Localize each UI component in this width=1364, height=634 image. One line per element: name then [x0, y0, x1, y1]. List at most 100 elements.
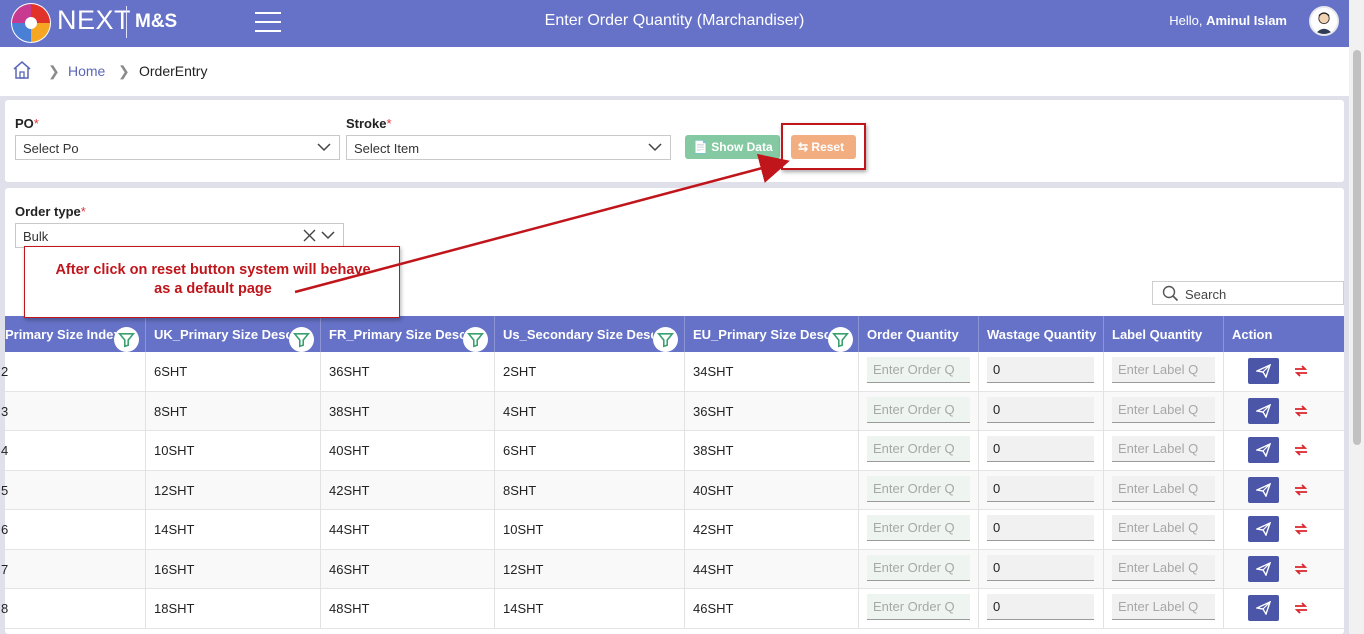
- next-logo-icon: [11, 3, 51, 43]
- order-quantity-input[interactable]: [867, 594, 970, 620]
- column-header[interactable]: Label Quantity: [1112, 316, 1222, 352]
- cell-primary-size-index: 2: [1, 364, 9, 379]
- column-header[interactable]: EU_Primary Size Desc: [693, 316, 828, 352]
- avatar[interactable]: [1309, 6, 1339, 36]
- column-divider: [1223, 391, 1224, 431]
- show-data-button[interactable]: 📄 Show Data: [685, 135, 780, 159]
- menu-toggle-icon[interactable]: [255, 12, 281, 32]
- send-button[interactable]: [1248, 358, 1279, 384]
- breadcrumb-home-link[interactable]: Home: [68, 63, 105, 79]
- cell-uk-size: 10SHT: [154, 443, 195, 458]
- column-divider: [145, 352, 146, 392]
- cell-uk-size: 18SHT: [154, 601, 195, 616]
- column-header[interactable]: Order Quantity: [867, 316, 977, 352]
- wastage-quantity-input[interactable]: [987, 396, 1094, 423]
- row-reset-icon[interactable]: [1293, 562, 1309, 576]
- label-quantity-input[interactable]: [1112, 515, 1215, 541]
- row-reset-icon[interactable]: [1293, 443, 1309, 457]
- label-quantity-input[interactable]: [1112, 554, 1215, 581]
- cell-us-size: 14SHT: [503, 601, 544, 616]
- label-quantity-input[interactable]: [1112, 396, 1215, 423]
- order-quantity-input[interactable]: [867, 554, 970, 581]
- column-divider: [494, 549, 495, 589]
- filter-icon[interactable]: [463, 316, 488, 352]
- wastage-quantity-input[interactable]: [987, 357, 1094, 383]
- send-button[interactable]: [1248, 595, 1279, 621]
- column-header[interactable]: UK_Primary Size Desc: [154, 316, 289, 352]
- order-type-value: Bulk: [23, 229, 49, 244]
- column-divider: [1103, 316, 1104, 352]
- table-row: 4 10SHT 40SHT 6SHT 38SHT: [1, 431, 1344, 471]
- table-row: 6 14SHT 44SHT 10SHT 42SHT: [1, 510, 1344, 550]
- annotation-text: After click on reset button system will …: [25, 261, 401, 299]
- label-quantity-input[interactable]: [1112, 357, 1215, 383]
- column-divider: [858, 589, 859, 629]
- wastage-quantity-input[interactable]: [987, 436, 1094, 462]
- cell-fr-size: 40SHT: [329, 443, 370, 458]
- home-icon[interactable]: [12, 60, 32, 80]
- order-quantity-input[interactable]: [867, 515, 970, 541]
- column-divider: [1103, 431, 1104, 471]
- cell-primary-size-index: 7: [1, 561, 9, 577]
- scrollbar-thumb[interactable]: [1353, 50, 1361, 445]
- column-divider: [494, 470, 495, 510]
- column-divider: [858, 510, 859, 550]
- document-icon: 📄: [693, 140, 708, 154]
- wastage-quantity-input[interactable]: [987, 475, 1094, 502]
- column-divider: [145, 316, 146, 352]
- search-input[interactable]: Search: [1152, 281, 1344, 305]
- wastage-quantity-input[interactable]: [987, 594, 1094, 620]
- row-reset-icon[interactable]: [1293, 601, 1309, 615]
- row-reset-icon[interactable]: [1293, 483, 1309, 497]
- send-button[interactable]: [1248, 397, 1279, 424]
- stroke-label-text: Stroke: [346, 116, 387, 131]
- stroke-select[interactable]: Select Item: [346, 135, 671, 160]
- column-divider: [320, 431, 321, 471]
- column-header[interactable]: FR_Primary Size Desc: [329, 316, 464, 352]
- vertical-scrollbar[interactable]: [1349, 0, 1364, 634]
- filter-icon[interactable]: [653, 316, 678, 352]
- clear-icon[interactable]: [303, 229, 316, 242]
- column-divider: [684, 431, 685, 471]
- order-type-select[interactable]: Bulk: [15, 223, 344, 248]
- order-quantity-input[interactable]: [867, 357, 970, 383]
- label-quantity-input[interactable]: [1112, 594, 1215, 620]
- row-reset-icon[interactable]: [1293, 364, 1309, 378]
- column-divider: [494, 510, 495, 550]
- send-button[interactable]: [1248, 555, 1279, 582]
- stroke-select-placeholder: Select Item: [354, 141, 420, 156]
- show-data-label: Show Data: [711, 140, 773, 154]
- column-divider: [858, 391, 859, 431]
- wastage-quantity-input[interactable]: [987, 554, 1094, 581]
- cell-us-size: 8SHT: [503, 482, 537, 498]
- column-header[interactable]: Wastage Quantity: [987, 316, 1102, 352]
- send-button[interactable]: [1248, 476, 1279, 503]
- order-quantity-input[interactable]: [867, 475, 970, 502]
- filter-icon[interactable]: [828, 316, 853, 352]
- order-quantity-input[interactable]: [867, 396, 970, 423]
- label-quantity-input[interactable]: [1112, 436, 1215, 462]
- order-quantity-input[interactable]: [867, 436, 970, 462]
- row-reset-icon[interactable]: [1293, 522, 1309, 536]
- wastage-quantity-input[interactable]: [987, 515, 1094, 541]
- filter-icon[interactable]: [289, 316, 314, 352]
- send-icon: [1256, 561, 1271, 576]
- user-greeting: Hello, Aminul Islam: [1169, 13, 1287, 28]
- refresh-icon: ⇆: [798, 140, 809, 154]
- send-button[interactable]: [1248, 437, 1279, 463]
- brand-divider: [126, 6, 127, 38]
- filter-icon[interactable]: [114, 316, 139, 352]
- send-icon: [1256, 482, 1271, 497]
- po-select[interactable]: Select Po: [15, 135, 340, 160]
- breadcrumb: ❯ Home ❯ OrderEntry: [0, 47, 1349, 96]
- column-header-label: Primary Size Index: [5, 327, 121, 342]
- chevron-down-icon: [321, 231, 335, 240]
- reset-button[interactable]: ⇆ Reset: [791, 135, 856, 159]
- label-quantity-input[interactable]: [1112, 475, 1215, 502]
- send-button[interactable]: [1248, 516, 1279, 542]
- column-divider: [1223, 431, 1224, 471]
- row-reset-icon[interactable]: [1293, 404, 1309, 418]
- cell-primary-size-index: 6: [1, 522, 9, 537]
- column-header[interactable]: Us_Secondary Size Desc: [503, 316, 653, 352]
- cell-uk-size: 14SHT: [154, 522, 195, 537]
